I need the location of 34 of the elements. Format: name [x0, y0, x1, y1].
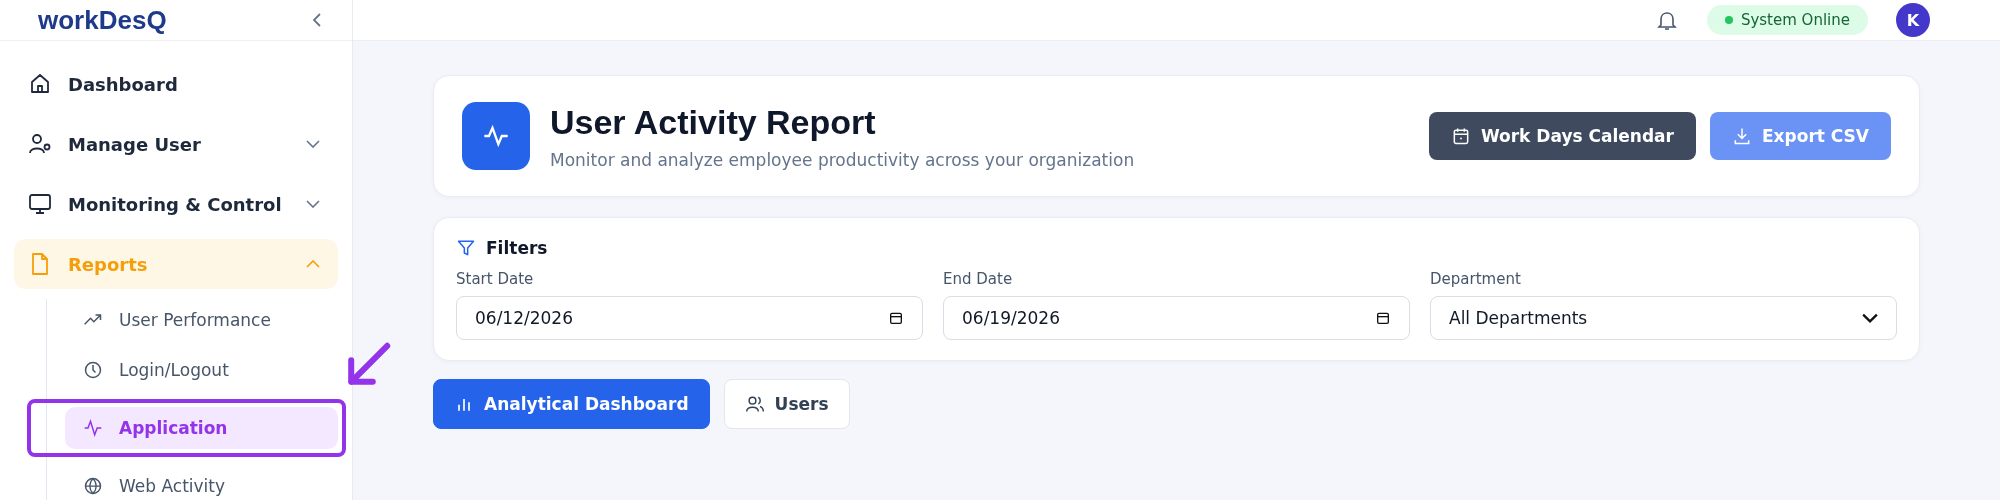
- nav-subitem[interactable]: Web Activity: [65, 465, 338, 500]
- monitor-icon: [28, 192, 52, 216]
- calendar-icon[interactable]: [888, 310, 904, 326]
- user-icon: [28, 132, 52, 156]
- nav-item[interactable]: Manage User: [14, 119, 338, 169]
- field-label: Start Date: [456, 270, 535, 288]
- date-field[interactable]: 06/12/2026: [456, 296, 923, 340]
- view-tab[interactable]: Users: [723, 379, 850, 429]
- status-badge: System Online: [1706, 5, 1868, 35]
- calendar-button[interactable]: Work Days Calendar: [1428, 112, 1696, 160]
- clock-icon: [83, 360, 103, 380]
- pulse-icon: [83, 418, 103, 438]
- field-label: Department: [1430, 270, 1522, 288]
- nav-item[interactable]: Dashboard: [14, 59, 338, 109]
- pulse-icon: [462, 102, 530, 170]
- field-label: End Date: [943, 270, 1014, 288]
- logo: workDesQ: [38, 4, 167, 36]
- page-title: User Activity Report: [550, 102, 877, 142]
- nav-subitem[interactable]: Login/Logout: [65, 349, 338, 391]
- filter-icon: [456, 238, 476, 258]
- chevron-left-icon[interactable]: [312, 12, 322, 28]
- calendar-icon[interactable]: [1375, 310, 1391, 326]
- home-icon: [28, 72, 52, 96]
- users-icon: [744, 394, 765, 414]
- globe-icon: [83, 476, 103, 496]
- date-field[interactable]: 06/19/2026: [943, 296, 1410, 340]
- nav-subitem[interactable]: User Performance: [65, 299, 338, 341]
- nav-item[interactable]: Monitoring & Control: [14, 179, 338, 229]
- page-subtitle: Monitor and analyze employee productivity across your organization: [550, 149, 1136, 170]
- nav-subitem[interactable]: Application: [65, 407, 338, 449]
- user-avatar[interactable]: K: [1896, 3, 1930, 37]
- filters-heading: Filters: [486, 238, 548, 258]
- department-dropdown[interactable]: All Departments: [1430, 296, 1897, 340]
- view-tab[interactable]: Analytical Dashboard: [433, 379, 710, 429]
